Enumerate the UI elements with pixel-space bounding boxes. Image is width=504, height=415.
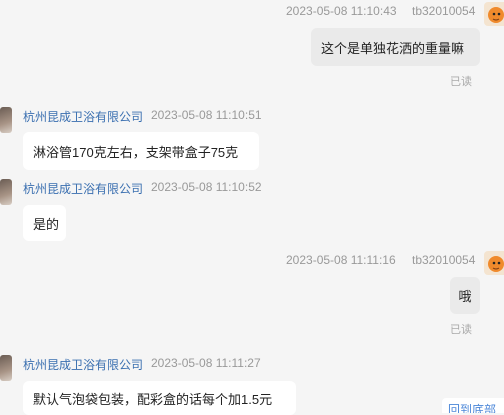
message-3-bubble[interactable]: 是的 bbox=[23, 205, 66, 241]
message-4-text: 哦 bbox=[458, 289, 472, 304]
message-5-text: 默认气泡袋包装，配彩盒的话每个加1.5元 bbox=[33, 391, 273, 407]
message-1-time: 2023-05-08 11:10:43 bbox=[286, 4, 397, 18]
message-1-read-status: 已读 bbox=[450, 76, 472, 88]
message-4-time: 2023-05-08 11:11:16 bbox=[286, 253, 396, 267]
message-3-sender[interactable]: 杭州昆成卫浴有限公司 bbox=[23, 180, 143, 197]
message-1-bubble[interactable]: 这个是单独花洒的重量嘛 bbox=[311, 28, 480, 66]
cartoon-avatar-icon[interactable] bbox=[484, 251, 504, 275]
message-2-time: 2023-05-08 11:10:51 bbox=[151, 108, 262, 122]
message-5-time: 2023-05-08 11:11:27 bbox=[151, 356, 261, 370]
message-5-bubble[interactable]: 默认气泡袋包装，配彩盒的话每个加1.5元 bbox=[23, 381, 296, 415]
message-4-read-status: 已读 bbox=[450, 324, 472, 336]
message-1-text: 这个是单独花洒的重量嘛 bbox=[321, 40, 465, 56]
cartoon-avatar-icon[interactable] bbox=[484, 2, 504, 26]
message-3-time: 2023-05-08 11:10:52 bbox=[151, 180, 262, 194]
message-2-bubble[interactable]: 淋浴管170克左右，支架带盒子75克 bbox=[23, 132, 259, 170]
jump-to-bottom-label: 回到底部 bbox=[448, 403, 497, 413]
jump-to-bottom-link[interactable]: 回到底部 bbox=[442, 398, 504, 413]
message-2-sender[interactable]: 杭州昆成卫浴有限公司 bbox=[23, 108, 143, 125]
message-4-user: tb32010054 bbox=[412, 253, 476, 267]
shop-avatar-icon[interactable] bbox=[0, 179, 12, 205]
message-5-sender[interactable]: 杭州昆成卫浴有限公司 bbox=[23, 356, 143, 373]
message-4-bubble[interactable]: 哦 bbox=[450, 277, 480, 314]
message-3-text: 是的 bbox=[33, 216, 60, 232]
message-1-user: tb32010054 bbox=[412, 4, 476, 18]
message-2-text: 淋浴管170克左右，支架带盒子75克 bbox=[33, 144, 239, 160]
shop-avatar-icon[interactable] bbox=[0, 107, 12, 133]
shop-avatar-icon[interactable] bbox=[0, 355, 12, 381]
